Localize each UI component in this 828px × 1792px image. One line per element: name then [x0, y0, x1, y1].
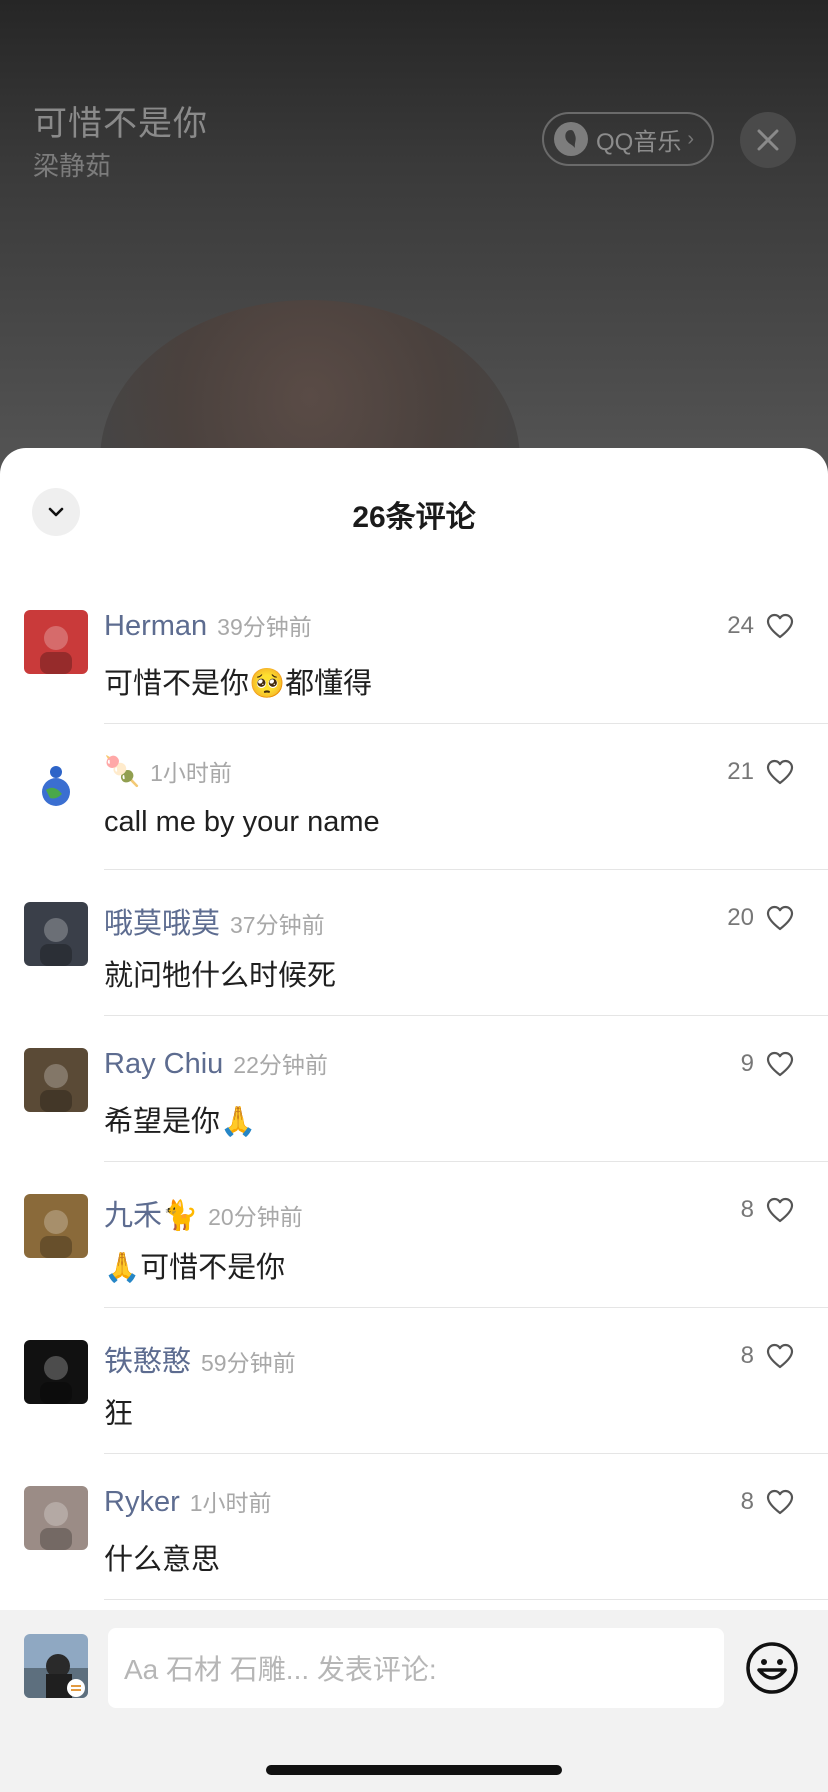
like-count: 21 — [727, 758, 754, 785]
comment-avatar[interactable] — [24, 610, 88, 674]
qq-music-label: QQ音乐 — [596, 128, 682, 156]
comment-avatar[interactable] — [24, 1194, 88, 1258]
comments-count-title: 26条评论 — [352, 501, 476, 534]
my-avatar[interactable] — [24, 1634, 88, 1698]
comment-avatar[interactable] — [24, 902, 88, 966]
comments-sheet: 26条评论 Herman 39分钟前可惜不是你🥺都懂得 24 🍡 1小时前 call me… — [0, 448, 828, 1792]
comment-avatar[interactable] — [24, 756, 88, 820]
emoji-button[interactable] — [744, 1640, 800, 1696]
comment-row[interactable]: Ryker 1小时前什么意思 8 — [0, 1454, 828, 1600]
comment-username[interactable]: 哦莫哦莫 — [104, 900, 220, 942]
heart-outline-icon — [766, 905, 794, 931]
comment-list: Herman 39分钟前可惜不是你🥺都懂得 24 🍡 1小时前 call me by yo… — [0, 578, 828, 1600]
like-count: 24 — [727, 612, 754, 639]
close-button[interactable] — [740, 112, 796, 168]
comment-meta: 九禾🐈 20分钟前 — [104, 1192, 303, 1234]
row-divider — [104, 1599, 828, 1600]
comment-meta: 铁憨憨 59分钟前 — [104, 1338, 296, 1380]
comment-timestamp: 37分钟前 — [230, 912, 325, 938]
like-button[interactable]: 21 — [727, 758, 794, 786]
comment-text: 就问牠什么时候死 — [104, 960, 337, 992]
like-button[interactable]: 20 — [727, 904, 794, 932]
like-button[interactable]: 9 — [741, 1050, 794, 1078]
like-count: 8 — [740, 1342, 754, 1369]
comment-text: 🙏可惜不是你 — [104, 1252, 286, 1284]
like-button[interactable]: 8 — [741, 1342, 794, 1370]
comment-meta: Herman 39分钟前 — [104, 608, 312, 643]
comment-avatar[interactable] — [24, 1048, 88, 1112]
sheet-header: 26条评论 — [0, 448, 828, 578]
comment-avatar[interactable] — [24, 1340, 88, 1404]
close-icon — [757, 129, 779, 151]
comment-timestamp: 20分钟前 — [208, 1204, 303, 1230]
like-count: 8 — [740, 1196, 754, 1223]
comment-row[interactable]: 哦莫哦莫 37分钟前就问牠什么时候死 20 — [0, 870, 828, 1016]
comment-row[interactable]: 🍡 1小时前 call me by your name 21 — [0, 724, 828, 870]
comment-input[interactable]: Aa 石材 石雕... 发表评论: — [108, 1628, 724, 1708]
heart-outline-icon — [766, 1489, 794, 1515]
home-indicator — [266, 1765, 562, 1775]
comment-username[interactable]: Ray Chiu — [104, 1048, 223, 1081]
heart-outline-icon — [766, 613, 794, 639]
heart-outline-icon — [766, 1197, 794, 1223]
like-count: 8 — [740, 1488, 754, 1515]
comment-avatar[interactable] — [24, 1486, 88, 1550]
comment-text: 什么意思 — [104, 1544, 221, 1576]
comment-text: 希望是你🙏 — [104, 1106, 257, 1138]
song-title: 可惜不是你 — [33, 105, 208, 143]
comment-meta: 哦莫哦莫 37分钟前 — [104, 900, 325, 942]
heart-outline-icon — [766, 759, 794, 785]
comment-meta: 🍡 1小时前 — [104, 754, 232, 789]
comment-username[interactable]: Ryker — [104, 1486, 180, 1519]
comment-text: 狂 — [104, 1398, 134, 1430]
comment-timestamp: 39分钟前 — [217, 614, 312, 640]
like-count: 9 — [740, 1050, 754, 1077]
like-button[interactable]: 24 — [727, 612, 794, 640]
qq-music-logo-icon — [554, 122, 588, 156]
comment-text: call me by your name — [104, 806, 380, 838]
comment-row[interactable]: Ray Chiu 22分钟前希望是你🙏 9 — [0, 1016, 828, 1162]
like-count: 20 — [727, 904, 754, 931]
like-button[interactable]: 8 — [741, 1196, 794, 1224]
player-background — [0, 0, 828, 480]
comment-timestamp: 1小时前 — [189, 1490, 272, 1516]
comment-row[interactable]: Herman 39分钟前可惜不是你🥺都懂得 24 — [0, 578, 828, 724]
comment-username[interactable]: Herman — [104, 610, 207, 643]
comment-timestamp: 22分钟前 — [233, 1052, 328, 1078]
comment-timestamp: 59分钟前 — [201, 1350, 296, 1376]
comment-username[interactable]: 铁憨憨 — [104, 1338, 191, 1380]
like-button[interactable]: 8 — [741, 1488, 794, 1516]
qq-music-button[interactable]: QQ音乐 › — [542, 112, 714, 166]
song-artist: 梁静茹 — [33, 151, 112, 181]
comment-row[interactable]: 铁憨憨 59分钟前狂 8 — [0, 1308, 828, 1454]
smiley-icon — [746, 1642, 798, 1694]
heart-outline-icon — [766, 1343, 794, 1369]
comment-timestamp: 1小时前 — [150, 760, 232, 786]
comment-meta: Ryker 1小时前 — [104, 1484, 272, 1519]
chevron-right-icon: › — [687, 127, 695, 150]
comment-username[interactable]: 九禾🐈 — [104, 1192, 198, 1234]
comment-username[interactable]: 🍡 — [104, 755, 140, 789]
comment-text: 可惜不是你🥺都懂得 — [104, 668, 373, 700]
comment-meta: Ray Chiu 22分钟前 — [104, 1046, 328, 1081]
comment-row[interactable]: 九禾🐈 20分钟前 🙏可惜不是你 8 — [0, 1162, 828, 1308]
heart-outline-icon — [766, 1051, 794, 1077]
